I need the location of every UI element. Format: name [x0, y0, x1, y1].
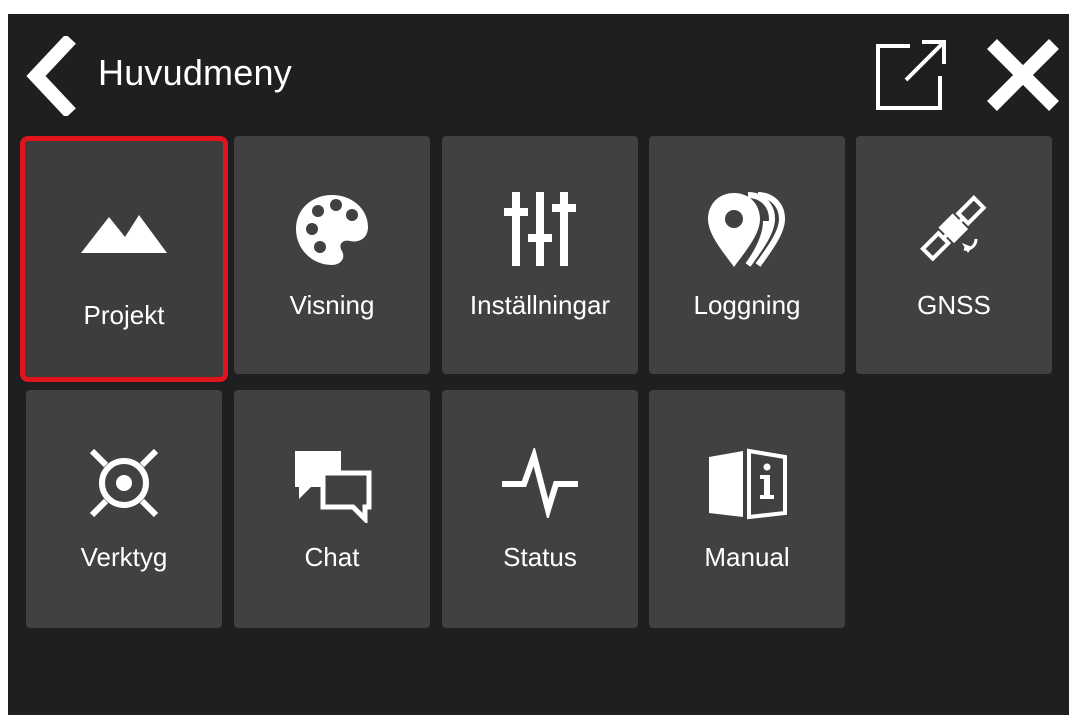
manual-book-icon: [702, 438, 792, 528]
palette-icon: [287, 184, 377, 274]
menu-tile-label: Manual: [704, 542, 790, 572]
chat-bubbles-icon: [287, 438, 377, 528]
menu-tile-loggning[interactable]: Loggning: [649, 136, 845, 374]
back-button[interactable]: [22, 34, 82, 118]
popout-button[interactable]: [870, 34, 952, 116]
menu-tile-projekt[interactable]: Projekt: [20, 136, 228, 382]
sliders-icon: [495, 184, 585, 274]
menu-tile-chat[interactable]: Chat: [234, 390, 430, 628]
menu-tile-label: Loggning: [693, 290, 801, 320]
page-title: Huvudmeny: [98, 52, 292, 93]
menu-tile-label: Status: [503, 542, 577, 572]
location-pins-icon: [702, 184, 792, 274]
menu-tile-label: Chat: [304, 542, 360, 572]
satellite-icon: [909, 184, 999, 274]
pulse-icon: [495, 438, 585, 528]
chevron-left-icon: [26, 34, 76, 118]
header-bar: Huvudmeny: [8, 14, 1069, 132]
menu-tile-label: Visning: [289, 290, 375, 320]
menu-tile-label: Projekt: [83, 300, 165, 330]
menu-tile-manual[interactable]: Manual: [649, 390, 845, 628]
menu-tile-status[interactable]: Status: [442, 390, 638, 628]
main-menu-screen: Huvudmeny Projekt Visning Inställningar …: [8, 14, 1069, 715]
menu-tile-label: GNSS: [917, 290, 991, 320]
tools-target-icon: [79, 438, 169, 528]
menu-tile-label: Verktyg: [80, 542, 168, 572]
close-icon: [987, 39, 1059, 111]
menu-tile-visning[interactable]: Visning: [234, 136, 430, 374]
mountains-icon: [79, 184, 169, 274]
menu-tile-verktyg[interactable]: Verktyg: [26, 390, 222, 628]
menu-tile-label: Inställningar: [469, 290, 611, 320]
menu-tile-gnss[interactable]: GNSS: [856, 136, 1052, 374]
external-window-icon: [876, 40, 946, 110]
menu-tile-installningar[interactable]: Inställningar: [442, 136, 638, 374]
close-button[interactable]: [982, 34, 1064, 116]
